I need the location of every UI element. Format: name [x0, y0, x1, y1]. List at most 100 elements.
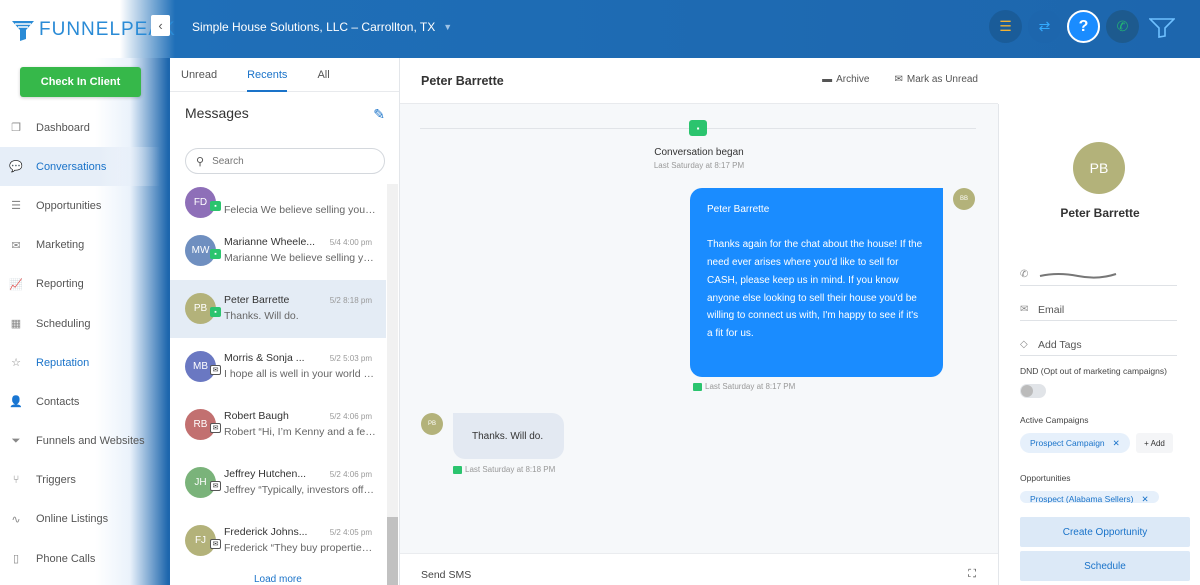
contact-name: Peter Barrette — [1060, 206, 1140, 220]
swap-icon[interactable]: ⇄ — [1028, 10, 1061, 43]
envelope-icon: ✉ — [210, 539, 221, 549]
mail-icon: ✉ — [11, 239, 21, 252]
tags-field[interactable]: ◇ Add Tags — [1020, 334, 1177, 356]
envelope-icon: ✉ — [210, 481, 221, 491]
conversation-name: Morris & Sonja ... — [224, 352, 305, 364]
collapse-sidebar-button[interactable]: ‹ — [151, 15, 170, 36]
scrollbar-thumb[interactable] — [387, 517, 398, 585]
tab-unread[interactable]: Unread — [181, 58, 217, 92]
search-input[interactable] — [212, 155, 373, 167]
sidebar-item-label: Reputation — [36, 356, 90, 369]
incoming-time-text: Last Saturday at 8:18 PM — [465, 465, 556, 474]
email-field[interactable]: ✉ Email — [1020, 299, 1177, 321]
conversation-preview: Frederick “They buy properties “as is” .… — [224, 542, 376, 554]
conversation-date: 5/2 5:03 pm — [329, 354, 372, 363]
tab-recents[interactable]: Recents — [247, 58, 288, 92]
conversation-item[interactable]: FJ ✉ Frederick Johns... 5/2 4:05 pm Frederic… — [170, 512, 386, 570]
sidebar-nav: ❐ Dashboard 💬 Conversations ☰ Opportunities ✉ M… — [0, 108, 170, 578]
tags-placeholder: Add Tags — [1038, 338, 1082, 351]
message-line: anyone else looking to sell their house … — [707, 292, 917, 304]
tab-all[interactable]: All — [317, 58, 329, 92]
sidebar-item-opportunities[interactable]: ☰ Opportunities — [0, 186, 170, 225]
sidebar-item-online-listings[interactable]: ∿ Online Listings — [0, 500, 170, 539]
conversation-item[interactable]: RB ✉ Robert Baugh 5/2 4:06 pm Robert “Hi, I’… — [170, 396, 386, 454]
help-icon[interactable]: ? — [1067, 10, 1100, 43]
conversation-item[interactable]: PB ▪ Peter Barrette 5/2 8:18 pm Thanks. Will… — [170, 280, 386, 338]
sidebar-item-label: Conversations — [36, 160, 107, 173]
conversation-name: Frederick Johns... — [224, 526, 308, 538]
calendar-icon: ▦ — [10, 318, 22, 331]
remove-icon[interactable]: ✕ — [1141, 494, 1148, 503]
dnd-label: DND (Opt out of marketing campaigns) — [1020, 366, 1167, 376]
chat-actions: ▬ Archive ✉ Mark as Unread — [822, 74, 978, 85]
sms-icon: ▪ — [210, 201, 221, 211]
trigger-icon: ⑂ — [12, 474, 20, 487]
sidebar-item-triggers[interactable]: ⑂ Triggers — [0, 461, 170, 500]
search-box[interactable]: ⚲ — [185, 148, 385, 174]
conversation-item[interactable]: JH ✉ Jeffrey Hutchen... 5/2 4:06 pm Jeffrey … — [170, 454, 386, 512]
account-switcher[interactable]: Simple House Solutions, LLC – Carrollton… — [192, 20, 452, 34]
conversation-item[interactable]: MB ✉ Morris & Sonja ... 5/2 5:03 pm I hope a… — [170, 338, 386, 396]
phone-icon[interactable]: ✆ — [1106, 10, 1139, 43]
conversation-date: 5/2 4:05 pm — [329, 528, 372, 537]
envelope-icon: ✉ — [894, 74, 903, 85]
account-name: Simple House Solutions, LLC – Carrollton… — [192, 20, 436, 34]
chat-panel: Peter Barrette ▬ Archive ✉ Mark as Unread … — [400, 58, 998, 585]
search-icon: ⚲ — [196, 155, 205, 168]
archive-button[interactable]: ▬ Archive — [822, 74, 869, 85]
sidebar-item-funnels-and-websites[interactable]: ⏷ Funnels and Websites — [0, 422, 170, 461]
conversation-item[interactable]: MW ▪ Marianne Wheele... 5/4 4:00 pm Marianne… — [170, 222, 386, 280]
contact-avatar-small: PB — [421, 413, 443, 435]
sidebar-item-conversations[interactable]: 💬 Conversations — [0, 147, 170, 187]
expand-icon[interactable]: ⛶ — [968, 568, 976, 581]
message-line: a fit for us. — [707, 327, 754, 339]
sidebar-item-scheduling[interactable]: ▦ Scheduling — [0, 304, 170, 343]
chevron-left-icon: ‹ — [158, 18, 163, 33]
message-line: need ever arises where you'd like to sel… — [707, 257, 899, 269]
person-icon: 👤 — [9, 396, 23, 409]
conversation-name: Marianne Wheele... — [224, 236, 316, 248]
pulse-icon: ∿ — [11, 513, 21, 526]
campaign-chip[interactable]: Prospect Campaign ✕ — [1020, 433, 1130, 453]
conversation-preview: Jeffrey “Typically, investors offer you … — [224, 484, 376, 496]
star-icon: ☆ — [11, 357, 21, 370]
list-icon[interactable]: ☰ — [989, 10, 1022, 43]
check-in-client-button[interactable]: Check In Client — [20, 67, 141, 97]
message-composer[interactable]: Send SMS ⛶ — [400, 553, 998, 585]
sidebar-item-marketing[interactable]: ✉ Marketing — [0, 226, 170, 265]
send-sms-label[interactable]: Send SMS — [421, 569, 471, 581]
logo-mark-icon[interactable] — [1145, 10, 1178, 43]
sidebar-item-reporting[interactable]: 📈 Reporting — [0, 265, 170, 304]
conversation-began-label: Conversation began — [654, 147, 744, 158]
conversation-name: Jeffrey Hutchen... — [224, 468, 307, 480]
contact-details-panel: PB Peter Barrette ✆ ✉ Email ◇ Add Tags D… — [998, 104, 1200, 585]
load-more-link[interactable]: Load more — [254, 574, 302, 585]
dnd-toggle[interactable] — [1020, 384, 1046, 398]
sidebar-item-dashboard[interactable]: ❐ Dashboard — [0, 108, 170, 147]
sidebar-item-phone-calls[interactable]: ▯ Phone Calls — [0, 539, 170, 578]
sidebar-item-contacts[interactable]: 👤 Contacts — [0, 382, 170, 421]
conversation-preview: Thanks. Will do. — [224, 310, 299, 322]
add-campaign-button[interactable]: + Add — [1136, 433, 1173, 453]
conversation-preview: Robert “Hi, I’m Kenny and a few months a… — [224, 426, 376, 438]
phone-icon: ✆ — [1020, 269, 1029, 280]
sender-avatar: BB — [953, 188, 975, 210]
sidebar-item-label: Funnels and Websites — [36, 435, 145, 448]
email-placeholder: Email — [1038, 303, 1065, 316]
remove-icon[interactable]: ✕ — [1113, 438, 1120, 449]
compose-icon[interactable]: ✎ — [373, 106, 385, 123]
create-opportunity-button[interactable]: Create Opportunity — [1020, 517, 1190, 547]
conversation-preview: Marianne We believe selling your home to… — [224, 252, 376, 264]
header-actions: ☰ ⇄ ? ✆ — [989, 10, 1178, 43]
schedule-button[interactable]: Schedule — [1020, 551, 1190, 581]
sidebar-item-label: Triggers — [36, 474, 76, 487]
chat-title: Peter Barrette — [421, 74, 504, 88]
folder-icon: ▬ — [822, 74, 833, 85]
conversation-preview: I hope all is well in your world and tha… — [224, 368, 376, 380]
phone-field[interactable]: ✆ — [1020, 264, 1177, 286]
envelope-icon: ✉ — [1020, 304, 1029, 315]
sidebar-item-reputation[interactable]: ☆ Reputation — [0, 343, 170, 382]
mark-unread-button[interactable]: ✉ Mark as Unread — [894, 74, 978, 85]
sms-icon: ▪ — [689, 120, 707, 136]
opportunity-chip[interactable]: Prospect (Alabama Sellers) ✕ — [1020, 491, 1159, 503]
